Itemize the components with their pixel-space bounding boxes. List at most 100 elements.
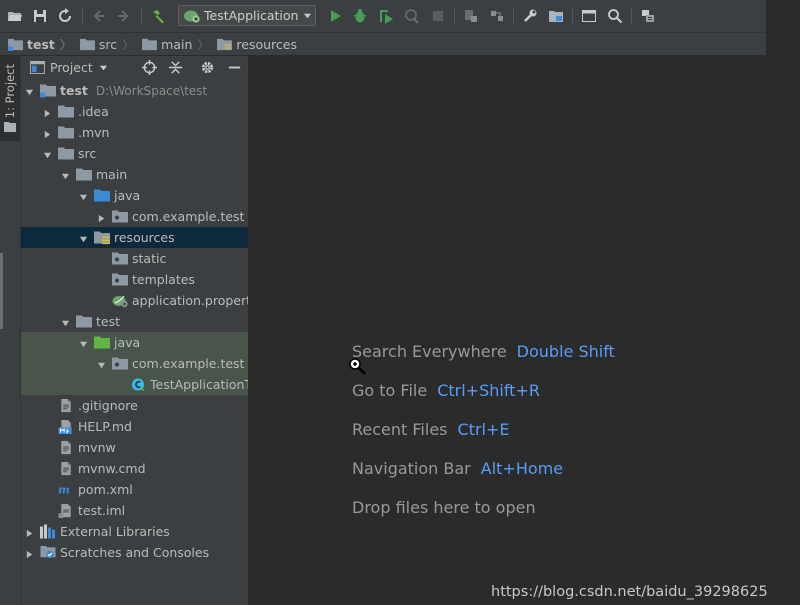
gear-icon[interactable] bbox=[199, 59, 215, 75]
expand-arrow-down-icon[interactable] bbox=[61, 170, 70, 180]
expand-arrow-right-icon[interactable] bbox=[25, 548, 34, 559]
editor-hint: Search Everywhere Double Shift bbox=[352, 342, 615, 361]
editor-hint-text: Go to File bbox=[352, 381, 428, 400]
open-folder-icon[interactable] bbox=[5, 6, 25, 26]
tree-item-label: pom.xml bbox=[78, 482, 133, 497]
terminal-window-icon[interactable] bbox=[579, 6, 599, 26]
attach-debugger-icon[interactable] bbox=[461, 6, 481, 26]
tree-item[interactable]: com.example.test bbox=[21, 206, 248, 227]
stop-icon[interactable] bbox=[428, 6, 448, 26]
project-panel-header: Project bbox=[21, 56, 248, 78]
project-view-selector[interactable]: Project bbox=[30, 60, 113, 75]
tree-item[interactable]: Scratches and Consoles bbox=[21, 542, 248, 563]
tree-item[interactable]: mvnw.cmd bbox=[21, 458, 248, 479]
project-tool-window-tab[interactable]: 1: Project bbox=[0, 56, 20, 141]
tree-item-label: mvnw.cmd bbox=[78, 461, 146, 476]
tree-item[interactable]: java bbox=[21, 185, 248, 206]
folder-icon bbox=[76, 314, 92, 329]
run-icon[interactable] bbox=[325, 6, 345, 26]
editor-hint-text: Drop files here to open bbox=[352, 498, 536, 517]
folder-icon bbox=[4, 122, 16, 133]
tree-item[interactable]: m pom.xml bbox=[21, 479, 248, 500]
breadcrumb-item-src[interactable]: src 〉 bbox=[79, 33, 134, 55]
package-icon bbox=[112, 356, 128, 371]
svg-text:m: m bbox=[58, 483, 70, 497]
expand-arrow-down-icon[interactable] bbox=[79, 338, 88, 348]
expand-arrow-down-icon[interactable] bbox=[25, 86, 34, 96]
tree-item-label: main bbox=[96, 167, 128, 182]
editor-hint-text: Recent Files bbox=[352, 420, 448, 439]
hide-minimize-icon[interactable] bbox=[226, 59, 242, 75]
expand-arrow-right-icon[interactable] bbox=[43, 128, 52, 139]
tree-item[interactable]: mvnw bbox=[21, 437, 248, 458]
forward-icon[interactable] bbox=[114, 6, 134, 26]
run-with-coverage-icon[interactable] bbox=[376, 6, 396, 26]
profile-icon[interactable] bbox=[402, 6, 422, 26]
debug-bug-icon[interactable] bbox=[350, 6, 370, 26]
collapse-all-icon[interactable] bbox=[167, 59, 183, 75]
expand-arrow-down-icon[interactable] bbox=[79, 191, 88, 201]
expand-arrow-right-icon[interactable] bbox=[97, 212, 106, 223]
tree-item-label: templates bbox=[132, 272, 195, 287]
expand-arrow-down-icon[interactable] bbox=[79, 233, 88, 243]
cursor-icon bbox=[348, 357, 368, 380]
tree-item-path: D:\WorkSpace\test bbox=[95, 84, 208, 98]
settings-wrench-icon[interactable] bbox=[520, 6, 540, 26]
java-class-icon bbox=[130, 377, 146, 392]
save-icon[interactable] bbox=[30, 6, 50, 26]
editor-hint-shortcut: Ctrl+Shift+R bbox=[437, 381, 540, 400]
tree-item-label: .idea bbox=[78, 104, 109, 119]
tree-item[interactable]: templates bbox=[21, 269, 248, 290]
search-icon[interactable] bbox=[605, 6, 625, 26]
tree-item-label: resources bbox=[114, 230, 175, 245]
tree-item-label: test D:\WorkSpace\test bbox=[60, 83, 208, 98]
tree-item-label: com.example.test bbox=[132, 356, 245, 371]
editor-empty-area[interactable] bbox=[249, 56, 800, 605]
tree-item[interactable]: External Libraries bbox=[21, 521, 248, 542]
tree-item[interactable]: main bbox=[21, 164, 248, 185]
build-hammer-icon[interactable] bbox=[148, 6, 168, 26]
tree-item[interactable]: static bbox=[21, 248, 248, 269]
tree-item[interactable]: application.properties bbox=[21, 290, 248, 311]
run-configuration-dropdown[interactable]: TestApplication bbox=[178, 5, 316, 26]
tree-item[interactable]: .mvn bbox=[21, 122, 248, 143]
iml-file-icon bbox=[58, 503, 74, 518]
breadcrumb-item-main[interactable]: main 〉 bbox=[142, 33, 209, 55]
locate-crosshair-icon[interactable] bbox=[141, 59, 157, 75]
back-icon[interactable] bbox=[88, 6, 108, 26]
expand-arrow-down-icon[interactable] bbox=[61, 317, 70, 327]
tree-item[interactable]: src bbox=[21, 143, 248, 164]
tree-item[interactable]: .idea bbox=[21, 101, 248, 122]
tree-item[interactable]: test.iml bbox=[21, 500, 248, 521]
breadcrumb-item-test[interactable]: test 〉 bbox=[8, 33, 72, 55]
expand-arrow-down-icon[interactable] bbox=[43, 149, 52, 159]
tree-item[interactable]: .gitignore bbox=[21, 395, 248, 416]
tree-item[interactable]: com.example.test bbox=[21, 353, 248, 374]
project-structure-folder-icon[interactable] bbox=[546, 6, 566, 26]
tree-item[interactable]: TestApplicationTests bbox=[21, 374, 248, 395]
tree-item[interactable]: test bbox=[21, 311, 248, 332]
maven-icon: m bbox=[58, 482, 74, 497]
breadcrumb-item-resources[interactable]: resources bbox=[217, 33, 297, 55]
sync-icon[interactable] bbox=[55, 6, 75, 26]
tree-item[interactable]: HELP.md bbox=[21, 416, 248, 437]
module-folder-icon bbox=[40, 83, 56, 98]
expand-arrow-right-icon[interactable] bbox=[25, 527, 34, 538]
tree-item-label: .gitignore bbox=[78, 398, 138, 413]
tree-item-label: test.iml bbox=[78, 503, 126, 518]
file-icon bbox=[58, 440, 74, 455]
tree-item[interactable]: test D:\WorkSpace\test bbox=[21, 80, 248, 101]
expand-arrow-right-icon[interactable] bbox=[43, 107, 52, 118]
spring-properties-icon bbox=[112, 293, 128, 308]
project-panel-title: Project bbox=[50, 59, 93, 75]
module-folder-icon bbox=[8, 38, 23, 51]
tool-window-stripe: 1: Project bbox=[0, 56, 21, 605]
tree-item[interactable]: resources bbox=[21, 227, 248, 248]
expand-arrow-down-icon[interactable] bbox=[97, 359, 106, 369]
project-view-icon bbox=[30, 60, 45, 74]
project-structure-icon[interactable] bbox=[487, 6, 507, 26]
folder-icon bbox=[58, 125, 74, 140]
vcs-operations-icon[interactable] bbox=[638, 6, 658, 26]
navigation-breadcrumb: test 〉 src 〉 main 〉 resources bbox=[0, 33, 766, 56]
tree-item[interactable]: java bbox=[21, 332, 248, 353]
